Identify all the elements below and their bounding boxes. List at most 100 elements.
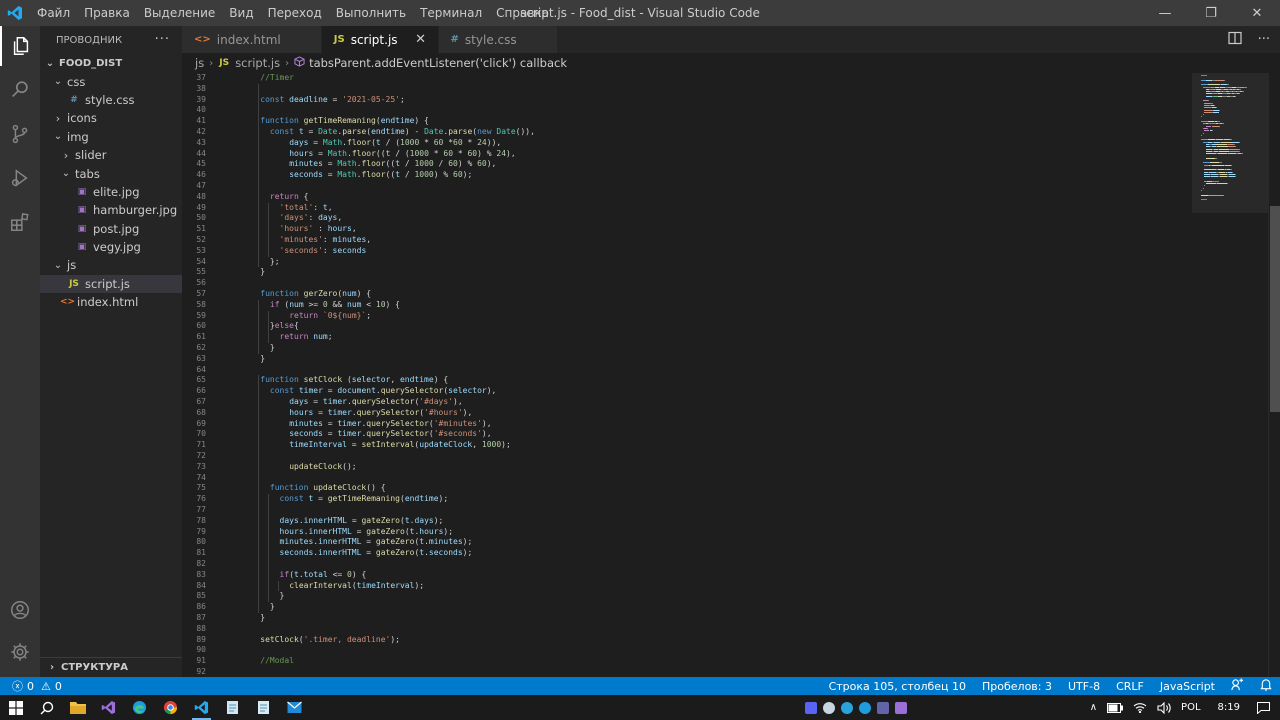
line-number: 53 bbox=[196, 245, 206, 255]
tree-folder[interactable]: ⌄ tabs bbox=[40, 164, 182, 182]
code-token: innerHTML bbox=[303, 515, 347, 525]
windows-start-icon[interactable] bbox=[0, 695, 31, 720]
vs-tray-icon[interactable] bbox=[894, 701, 907, 714]
chevron-down-icon: ⌄ bbox=[45, 57, 55, 69]
explorer-icon[interactable] bbox=[0, 26, 40, 66]
close-tab-icon[interactable]: ✕ bbox=[414, 32, 428, 47]
menu-item[interactable]: Выполнить bbox=[329, 0, 413, 26]
menu-item[interactable]: Правка bbox=[77, 0, 137, 26]
tree-folder[interactable]: ⌄ css bbox=[40, 72, 182, 90]
code-token: 'days' bbox=[279, 213, 309, 223]
manage-gear-icon[interactable] bbox=[0, 632, 40, 672]
extensions-icon[interactable] bbox=[0, 202, 40, 242]
battery-icon[interactable] bbox=[1102, 702, 1128, 713]
code-token: * bbox=[419, 137, 434, 147]
problems-indicator[interactable]: ⓧ 0 ⚠ 0 bbox=[0, 678, 62, 694]
input-language[interactable]: POL bbox=[1176, 702, 1205, 713]
menu-item[interactable]: Вид bbox=[222, 0, 260, 26]
tree-file[interactable]: ▣ post.jpg bbox=[40, 220, 182, 238]
notifications-bell-icon[interactable] bbox=[1252, 678, 1280, 694]
code-token: ); bbox=[443, 526, 454, 536]
menu-item[interactable]: Выделение bbox=[137, 0, 222, 26]
cursor-position[interactable]: Строка 105, столбец 10 bbox=[821, 680, 974, 693]
outline-section[interactable]: › СТРУКТУРА bbox=[40, 657, 182, 677]
menu-item[interactable]: Файл bbox=[30, 0, 77, 26]
tree-folder[interactable]: ⌄ img bbox=[40, 128, 182, 146]
notification-center-icon[interactable] bbox=[1252, 701, 1280, 714]
code-token: } bbox=[260, 267, 266, 277]
tree-file[interactable]: ▣ hamburger.jpg bbox=[40, 201, 182, 219]
breadcrumb-folder[interactable]: js bbox=[195, 56, 204, 70]
breadcrumb-file[interactable]: script.js bbox=[235, 56, 280, 70]
code-token: querySelector bbox=[380, 386, 444, 396]
split-editor-icon[interactable] bbox=[1227, 31, 1242, 49]
notepad-icon-2[interactable] bbox=[248, 695, 279, 720]
scrollbar-thumb[interactable] bbox=[1270, 206, 1280, 412]
tree-folder[interactable]: › slider bbox=[40, 146, 182, 164]
discord-icon[interactable] bbox=[804, 701, 817, 714]
menu-item[interactable]: Справка bbox=[489, 0, 556, 26]
close-window-button[interactable]: ✕ bbox=[1234, 0, 1280, 26]
tab[interactable]: # style.css bbox=[438, 26, 558, 53]
steam-icon[interactable] bbox=[822, 701, 835, 714]
menu-item[interactable]: Терминал bbox=[413, 0, 489, 26]
line-number: 82 bbox=[196, 559, 206, 568]
tree-folder[interactable]: ⌄ FOOD_DIST bbox=[40, 54, 182, 72]
wifi-icon[interactable] bbox=[1128, 702, 1152, 713]
clock[interactable]: 8:19 bbox=[1206, 702, 1252, 713]
minimap[interactable] bbox=[1192, 73, 1268, 677]
teams-icon[interactable] bbox=[876, 701, 889, 714]
tree-folder[interactable]: › icons bbox=[40, 109, 182, 127]
search-icon[interactable] bbox=[31, 695, 62, 720]
code-token: minutes bbox=[332, 235, 367, 244]
minimap-stroke bbox=[1204, 111, 1212, 113]
code-token: ); bbox=[390, 634, 400, 644]
edge-tray-icon[interactable] bbox=[858, 701, 871, 714]
line-endings[interactable]: CRLF bbox=[1108, 680, 1152, 693]
tab[interactable]: <> index.html bbox=[182, 26, 322, 53]
feedback-icon[interactable] bbox=[1223, 678, 1252, 694]
breadcrumb-symbol[interactable]: tabsParent.addEventListener('click') cal… bbox=[309, 56, 567, 70]
tree-file[interactable]: <> index.html bbox=[40, 293, 182, 311]
code-token: ), bbox=[453, 397, 463, 406]
notepad-icon[interactable] bbox=[217, 695, 248, 720]
chevron-down-icon: ⌄ bbox=[53, 259, 63, 271]
volume-icon[interactable] bbox=[1152, 701, 1176, 714]
menu-item[interactable]: Переход bbox=[261, 0, 329, 26]
code-token: const bbox=[269, 127, 299, 136]
code-editor[interactable]: 37 //Timer 38 39 const deadline = '2021-05-2… bbox=[182, 73, 1192, 677]
chevron-up-icon[interactable]: ∧ bbox=[1085, 702, 1102, 713]
maximize-button[interactable]: ❐ bbox=[1188, 0, 1234, 26]
visual-studio-icon[interactable] bbox=[93, 695, 124, 720]
tree-folder[interactable]: ⌄ js bbox=[40, 256, 182, 274]
line-number: 83 bbox=[196, 569, 206, 579]
file-explorer-icon[interactable] bbox=[62, 695, 93, 720]
more-actions-icon[interactable]: ··· bbox=[1258, 32, 1270, 47]
vscode-icon[interactable] bbox=[186, 695, 217, 720]
more-actions-icon[interactable]: ··· bbox=[155, 32, 170, 47]
vertical-scrollbar[interactable] bbox=[1268, 73, 1280, 677]
edge-icon[interactable] bbox=[124, 695, 155, 720]
tree-file[interactable]: ▣ vegy.jpg bbox=[40, 238, 182, 256]
chrome-icon[interactable] bbox=[155, 695, 186, 720]
tree-item-label: style.css bbox=[85, 92, 135, 107]
line-number: 62 bbox=[196, 343, 206, 352]
language-mode[interactable]: JavaScript bbox=[1152, 680, 1223, 693]
code-text: function gerZero(num) { bbox=[241, 289, 371, 300]
code-token: setClock bbox=[260, 634, 299, 644]
indentation[interactable]: Пробелов: 3 bbox=[974, 680, 1060, 693]
tab[interactable]: JS script.js ✕ bbox=[321, 26, 439, 53]
mail-icon[interactable] bbox=[279, 695, 310, 720]
code-line: 77 bbox=[182, 505, 1192, 516]
source-control-icon[interactable] bbox=[0, 114, 40, 154]
encoding[interactable]: UTF-8 bbox=[1060, 680, 1108, 693]
search-icon[interactable] bbox=[0, 70, 40, 110]
account-icon[interactable] bbox=[0, 590, 40, 630]
tree-file[interactable]: ▣ elite.jpg bbox=[40, 183, 182, 201]
run-debug-icon[interactable] bbox=[0, 158, 40, 198]
tree-file[interactable]: # style.css bbox=[40, 91, 182, 109]
line-number: 50 bbox=[196, 213, 206, 223]
tree-file[interactable]: JS script.js bbox=[40, 274, 182, 294]
minimize-button[interactable]: — bbox=[1142, 0, 1188, 26]
telegram-icon[interactable] bbox=[840, 701, 853, 714]
